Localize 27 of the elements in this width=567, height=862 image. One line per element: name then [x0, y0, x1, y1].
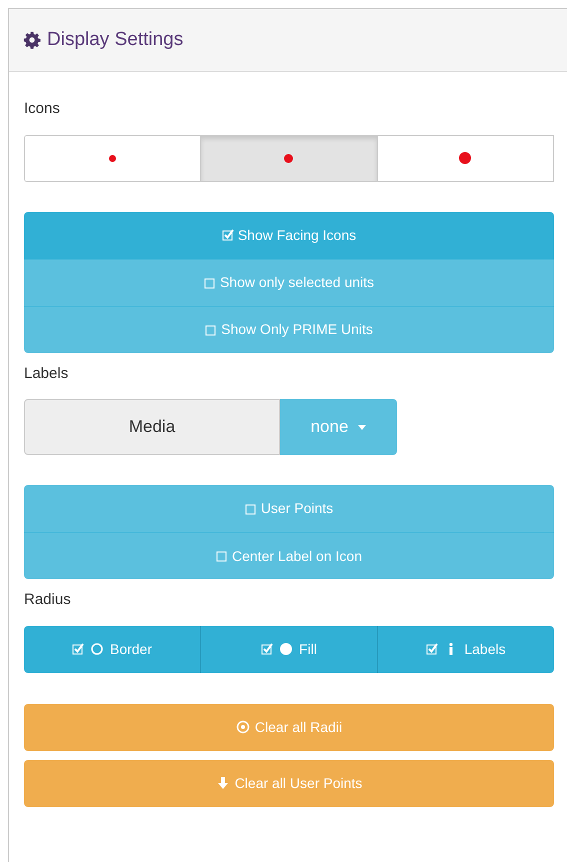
label-dropdown[interactable]: none	[280, 399, 397, 455]
target-icon	[236, 720, 250, 734]
toggle-button[interactable]: User Points	[24, 485, 554, 532]
gear-icon	[23, 31, 41, 49]
clear-button[interactable]: Clear all User Points	[24, 760, 554, 806]
toggle-button[interactable]: Show Facing Icons	[24, 212, 554, 258]
toggle-button[interactable]: Center Label on Icon	[24, 532, 554, 579]
dot-icon	[459, 152, 472, 164]
section-label: Icons	[24, 99, 60, 119]
label-field[interactable]: Media	[24, 399, 280, 455]
toggle-button[interactable]: Show only selected units	[24, 258, 554, 306]
section-label: Labels	[24, 364, 68, 384]
down-arrow-icon	[216, 776, 230, 790]
radius-toggle-button[interactable]: Border	[24, 626, 200, 672]
radius-toggle-button[interactable]: Fill	[200, 626, 377, 672]
icon-size-button[interactable]	[201, 136, 378, 180]
caret-icon	[358, 424, 366, 430]
icon-size-button[interactable]	[25, 136, 202, 180]
dot-icon	[109, 154, 116, 162]
dot-icon	[279, 642, 294, 656]
radius-toggle-button[interactable]: Labels	[377, 626, 554, 672]
dot-icon	[284, 154, 294, 162]
ring-icon	[90, 642, 104, 656]
clear-button[interactable]: Clear all Radii	[24, 704, 554, 750]
toggle-button[interactable]: Show Only PRIME Units	[24, 306, 554, 352]
panel-title: Display Settings	[47, 28, 184, 52]
section-label: Radius	[24, 590, 71, 610]
